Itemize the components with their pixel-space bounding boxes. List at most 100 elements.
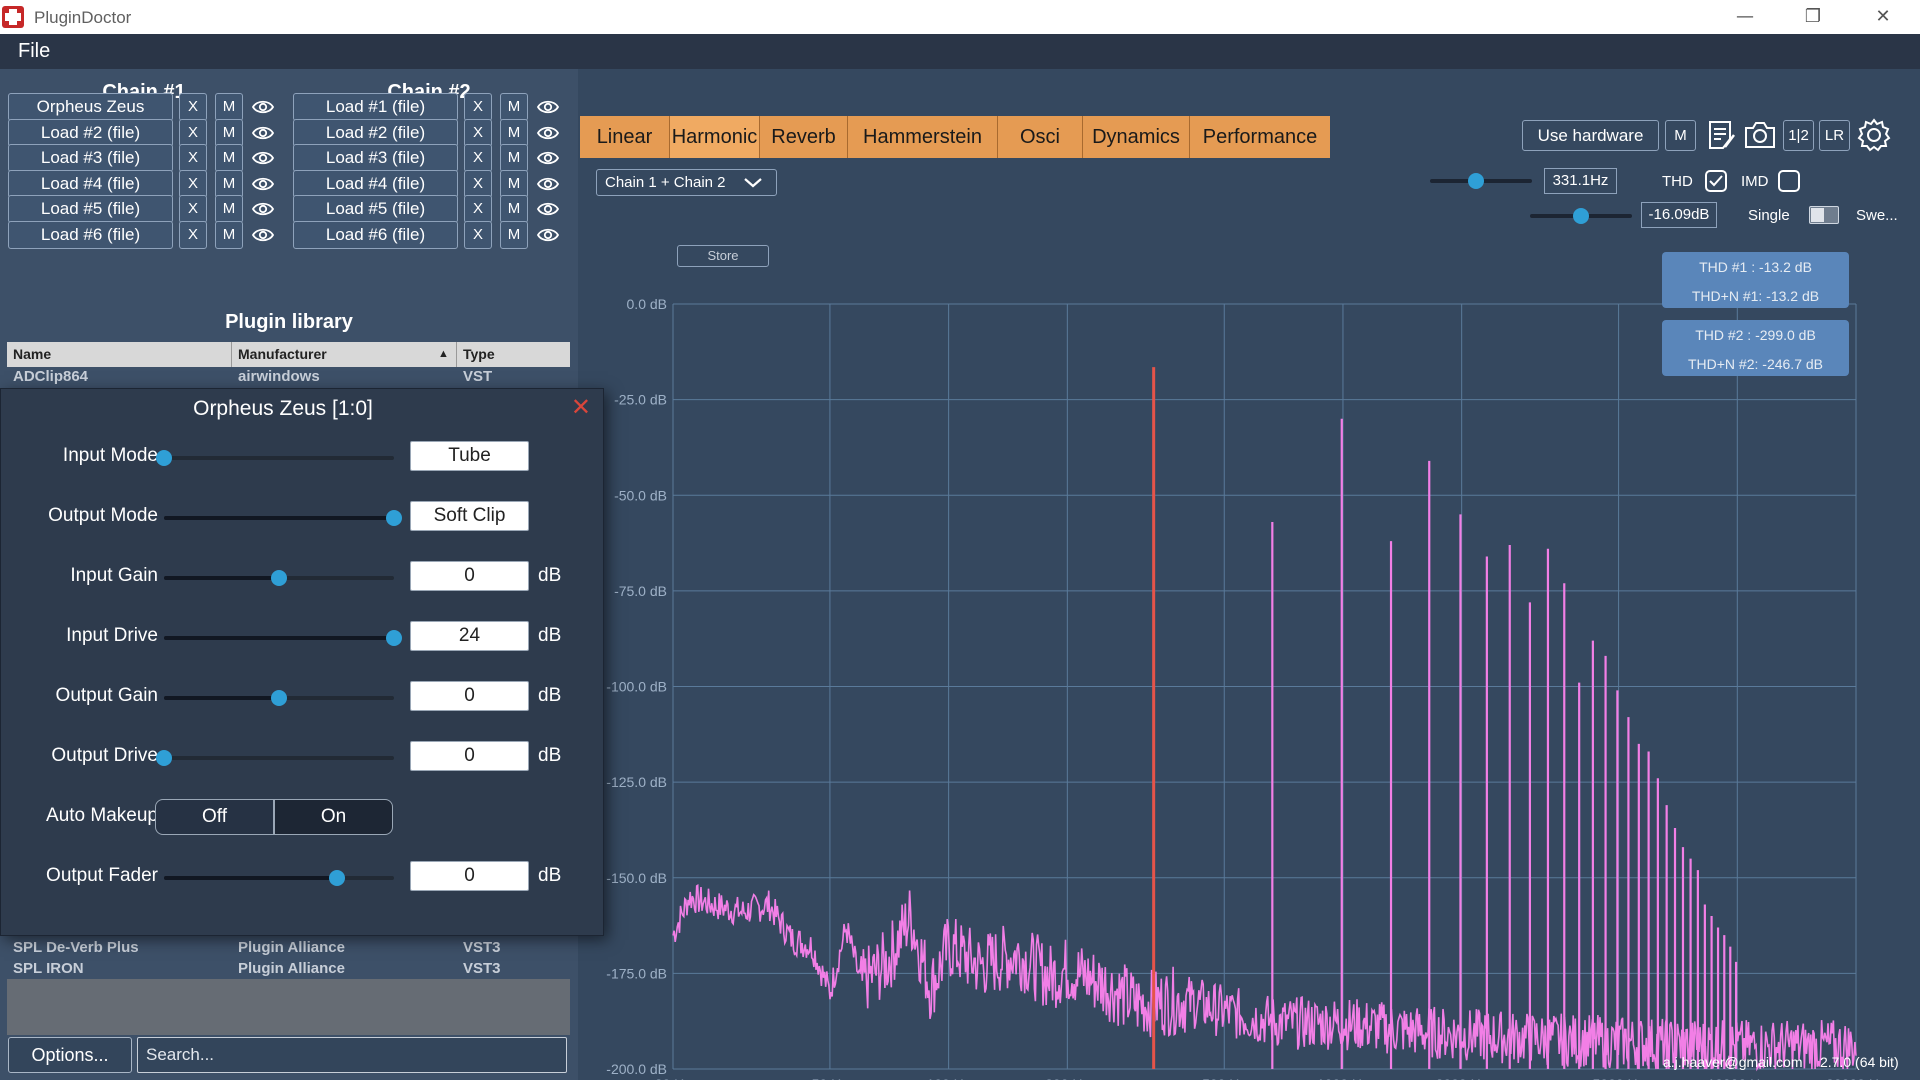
param-slider[interactable] [156, 750, 394, 766]
chain1-mute-button[interactable]: M [215, 195, 243, 223]
param-value[interactable]: 0 [410, 561, 529, 591]
tab-osci[interactable]: Osci [998, 116, 1083, 158]
param-value[interactable]: 24 [410, 621, 529, 651]
slider-thumb[interactable] [271, 690, 287, 706]
chain1-mute-button[interactable]: M [215, 144, 243, 172]
slider-thumb[interactable] [271, 570, 287, 586]
restore-button[interactable]: ❐ [1793, 4, 1833, 30]
tab-performance[interactable]: Performance [1190, 116, 1330, 158]
search-input[interactable] [137, 1037, 567, 1073]
chain2-slot-5[interactable]: Load #5 (file) [293, 195, 458, 223]
chain1-remove-button[interactable]: X [179, 195, 207, 223]
tab-reverb[interactable]: Reverb [760, 116, 848, 158]
chain2-mute-button[interactable]: M [500, 144, 528, 172]
chain2-mute-button[interactable]: M [500, 119, 528, 147]
eye-icon[interactable] [536, 172, 560, 196]
tab-hammerstein[interactable]: Hammerstein [848, 116, 998, 158]
chain2-mute-button[interactable]: M [500, 93, 528, 121]
chain2-remove-button[interactable]: X [464, 144, 492, 172]
chain1-slot-2[interactable]: Load #2 (file) [8, 119, 173, 147]
chain1-slot-3[interactable]: Load #3 (file) [8, 144, 173, 172]
thd-checkbox[interactable] [1705, 170, 1727, 192]
chain-select-dropdown[interactable]: Chain 1 + Chain 2 [596, 169, 777, 196]
minimize-button[interactable]: — [1725, 4, 1765, 30]
chain2-slot-1[interactable]: Load #1 (file) [293, 93, 458, 121]
eye-icon[interactable] [536, 223, 560, 247]
frequency-value[interactable]: 331.1Hz [1544, 168, 1617, 194]
param-value[interactable]: Soft Clip [410, 501, 529, 531]
tab-dynamics[interactable]: Dynamics [1083, 116, 1190, 158]
param-slider[interactable] [164, 870, 394, 886]
split-view-button[interactable]: 1|2 [1783, 120, 1814, 151]
slider-thumb[interactable] [328, 870, 345, 886]
eye-icon[interactable] [536, 95, 560, 119]
eye-icon[interactable] [536, 121, 560, 145]
eye-icon[interactable] [251, 197, 275, 221]
param-value[interactable]: Tube [410, 441, 529, 471]
param-value[interactable]: 0 [410, 741, 529, 771]
notes-icon[interactable] [1703, 117, 1739, 153]
chain1-remove-button[interactable]: X [179, 93, 207, 121]
chain2-slot-4[interactable]: Load #4 (file) [293, 170, 458, 198]
param-slider[interactable] [164, 690, 394, 706]
auto-makeup-on-button[interactable]: On [274, 799, 393, 835]
chain2-remove-button[interactable]: X [464, 195, 492, 223]
library-row[interactable]: SPL De-Verb Plus Plugin Alliance VST3 [7, 938, 570, 959]
param-slider[interactable] [164, 630, 402, 646]
chain2-mute-button[interactable]: M [500, 221, 528, 249]
chain1-remove-button[interactable]: X [179, 144, 207, 172]
eye-icon[interactable] [251, 121, 275, 145]
tab-linear[interactable]: Linear [580, 116, 670, 158]
auto-makeup-off-button[interactable]: Off [155, 799, 274, 835]
eye-icon[interactable] [251, 223, 275, 247]
eye-icon[interactable] [251, 146, 275, 170]
chain1-slot-1[interactable]: Orpheus Zeus [8, 93, 173, 121]
param-value[interactable]: 0 [410, 861, 529, 891]
chain1-remove-button[interactable]: X [179, 170, 207, 198]
frequency-slider[interactable] [1430, 173, 1532, 189]
chain2-remove-button[interactable]: X [464, 119, 492, 147]
chain2-remove-button[interactable]: X [464, 170, 492, 198]
chain2-mute-button[interactable]: M [500, 170, 528, 198]
chain1-mute-button[interactable]: M [215, 170, 243, 198]
param-value[interactable]: 0 [410, 681, 529, 711]
close-icon[interactable]: ✕ [571, 393, 591, 421]
chain2-mute-button[interactable]: M [500, 195, 528, 223]
slider-thumb[interactable] [156, 750, 172, 766]
lr-button[interactable]: LR [1819, 120, 1850, 151]
chain1-remove-button[interactable]: X [179, 119, 207, 147]
eye-icon[interactable] [251, 172, 275, 196]
chain2-remove-button[interactable]: X [464, 93, 492, 121]
eye-icon[interactable] [536, 197, 560, 221]
column-name[interactable]: Name [13, 346, 51, 362]
slider-thumb[interactable] [386, 630, 402, 646]
close-window-button[interactable]: ✕ [1863, 4, 1903, 30]
slider-thumb[interactable] [1467, 173, 1484, 189]
param-slider[interactable] [156, 450, 394, 466]
options-button[interactable]: Options... [8, 1037, 132, 1073]
imd-checkbox[interactable] [1778, 170, 1800, 192]
chain2-remove-button[interactable]: X [464, 221, 492, 249]
store-button[interactable]: Store [677, 245, 769, 267]
param-slider[interactable] [164, 510, 402, 526]
slider-thumb[interactable] [386, 510, 402, 526]
chain1-remove-button[interactable]: X [179, 221, 207, 249]
chain1-slot-6[interactable]: Load #6 (file) [8, 221, 173, 249]
chain1-mute-button[interactable]: M [215, 119, 243, 147]
param-slider[interactable] [164, 570, 394, 586]
chain1-slot-5[interactable]: Load #5 (file) [8, 195, 173, 223]
slider-thumb[interactable] [156, 450, 172, 466]
use-hardware-button[interactable]: Use hardware [1522, 120, 1659, 151]
chain1-mute-button[interactable]: M [215, 221, 243, 249]
chain2-slot-6[interactable]: Load #6 (file) [293, 221, 458, 249]
chain1-slot-4[interactable]: Load #4 (file) [8, 170, 173, 198]
menu-file[interactable]: File [18, 40, 50, 63]
chain1-mute-button[interactable]: M [215, 93, 243, 121]
column-type[interactable]: Type [463, 346, 495, 362]
eye-icon[interactable] [251, 95, 275, 119]
library-row[interactable]: SPL IRON Plugin Alliance VST3 [7, 959, 570, 980]
chain2-slot-2[interactable]: Load #2 (file) [293, 119, 458, 147]
tab-harmonic[interactable]: Harmonic [670, 116, 760, 158]
column-manufacturer[interactable]: Manufacturer [238, 346, 327, 362]
library-row[interactable]: ADClip864 airwindows VST [7, 367, 570, 388]
